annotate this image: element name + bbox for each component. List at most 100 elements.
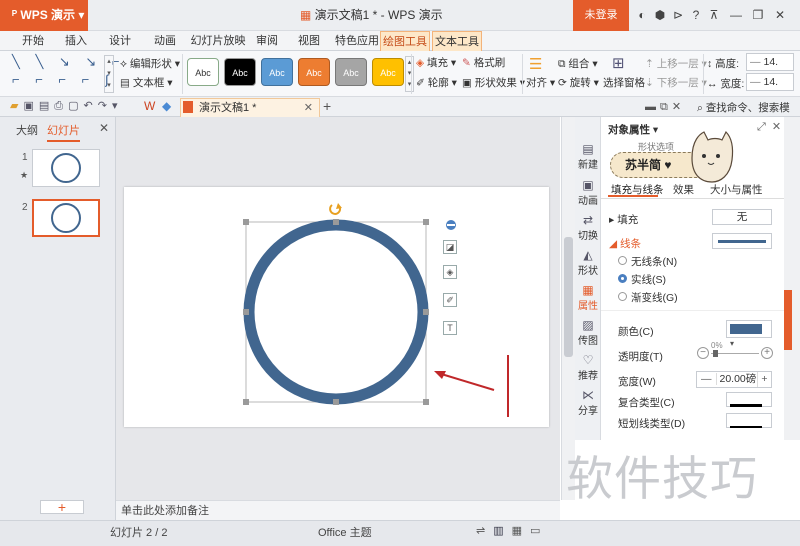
undo-icon[interactable]: ↶ xyxy=(84,100,98,112)
transparency-decrease-icon[interactable]: − xyxy=(697,347,709,359)
tab-text-tools[interactable]: 文本工具 xyxy=(432,31,482,51)
radio-solid-line[interactable]: 实线(S) xyxy=(618,272,666,287)
sidetab-recommend[interactable]: ♡ 推荐 xyxy=(575,353,601,382)
login-button[interactable]: 未登录 xyxy=(573,0,629,31)
sorter-view-icon[interactable]: ▦ xyxy=(512,525,530,537)
connector-shapes-gallery[interactable]: ⌐ ⌐ ⌐ ⌐ ∫ xyxy=(12,72,114,87)
shape-style-black[interactable]: Abc xyxy=(224,58,256,86)
shape-style-blue[interactable]: Abc xyxy=(261,58,293,86)
properties-header[interactable]: 对象属性 ▾ xyxy=(608,122,658,137)
resize-handle[interactable] xyxy=(333,399,339,405)
textbox-button[interactable]: ▤ 文本框 ▾ xyxy=(120,75,173,90)
radio-gradient-line[interactable]: 渐变线(G) xyxy=(618,290,678,305)
close-panel-icon[interactable]: ✕ xyxy=(99,121,109,135)
resize-handle[interactable] xyxy=(423,219,429,225)
slide-thumbnail-selected[interactable] xyxy=(32,199,100,237)
selection-pane-button[interactable]: 选择窗格 xyxy=(603,75,645,90)
line-section-toggle[interactable]: ◢ 线条 xyxy=(609,236,641,251)
notes-toggle-icon[interactable]: ⇌ xyxy=(476,525,493,537)
align-button[interactable]: 对齐 ▾ xyxy=(526,75,555,90)
width-decrement-button[interactable]: — xyxy=(697,373,717,385)
shape-style-quick-icon[interactable]: ◪ xyxy=(443,240,457,254)
shape-style-orange[interactable]: Abc xyxy=(298,58,330,86)
line-preview-dropdown[interactable] xyxy=(712,233,772,249)
document-tab[interactable]: 演示文稿1 * ✕ xyxy=(180,98,320,117)
tab-design[interactable]: 设计 xyxy=(100,31,140,51)
line-color-picker[interactable]: ▾ xyxy=(726,320,772,348)
print-icon[interactable]: ⎙ xyxy=(54,100,68,112)
restore-doc-icon[interactable]: ⧉ xyxy=(660,101,672,113)
slide-thumbnail[interactable] xyxy=(32,149,100,187)
minimize-ribbon-icon[interactable]: ⊼ xyxy=(706,7,722,23)
width-field[interactable]: —14. xyxy=(746,73,794,91)
tab-review[interactable]: 审阅 xyxy=(250,31,284,51)
share-icon[interactable]: ⊳ xyxy=(670,7,686,23)
tab-home[interactable]: 开始 xyxy=(14,31,52,51)
settings-icon[interactable]: ⬢ xyxy=(652,7,668,23)
tab-slides[interactable]: 幻灯片 xyxy=(47,122,80,142)
app-menu-button[interactable]: ᴾ WPS 演示 ▾ xyxy=(0,0,88,31)
resize-handle[interactable] xyxy=(423,399,429,405)
minimize-window-icon[interactable]: — xyxy=(728,7,744,23)
height-field[interactable]: —14. xyxy=(746,53,794,71)
shape-style-gray[interactable]: Abc xyxy=(335,58,367,86)
tab-special[interactable]: 特色应用 xyxy=(334,31,380,51)
rotate-button[interactable]: ⟳ 旋转 ▾ xyxy=(558,75,599,90)
tab-outline[interactable]: 大纲 xyxy=(16,122,38,138)
resize-handle[interactable] xyxy=(243,309,249,315)
width-increment-button[interactable]: + xyxy=(757,372,771,387)
width-decrement[interactable]: — xyxy=(747,76,764,88)
close-tab-icon[interactable]: ✕ xyxy=(304,99,313,117)
open-icon[interactable]: ▰ xyxy=(10,100,23,112)
save-icon[interactable]: ▣ xyxy=(23,100,38,112)
sidetab-new[interactable]: ▤ 新建 xyxy=(575,142,601,171)
bring-forward-button[interactable]: ⇡ 上移一层 ▾ xyxy=(645,56,707,71)
close-window-icon[interactable]: ✕ xyxy=(772,7,788,23)
outline-quick-icon[interactable]: ✐ xyxy=(443,293,457,307)
sidetab-share[interactable]: ⋉ 分享 xyxy=(575,388,601,417)
tab-drawing-tools[interactable]: 绘图工具 xyxy=(380,31,430,51)
sidetab-animation[interactable]: ▣ 动画 xyxy=(575,178,601,207)
print-preview-icon[interactable]: ▢ xyxy=(68,100,83,112)
sidetab-upload-image[interactable]: ▨ 传图 xyxy=(575,318,601,347)
tab-slideshow[interactable]: 幻灯片放映 xyxy=(190,31,246,51)
panel-collapse-handle[interactable] xyxy=(784,290,792,350)
fill-button[interactable]: ◈ 填充 ▾ xyxy=(416,55,456,70)
normal-view-icon[interactable]: ▥ xyxy=(493,525,511,537)
transparency-slider[interactable]: − 0% + xyxy=(697,341,775,361)
tab-effects[interactable]: 效果 xyxy=(673,182,694,197)
shape-effects-button[interactable]: ▣ 形状效果 ▾ xyxy=(462,75,525,90)
resize-handle[interactable] xyxy=(333,219,339,225)
shape-style-white[interactable]: Abc xyxy=(187,58,219,86)
restore-window-icon[interactable]: ❐ xyxy=(750,7,766,23)
sidetab-properties[interactable]: ▦ 属性 xyxy=(575,283,601,312)
reading-view-icon[interactable]: ▭ xyxy=(530,525,548,537)
send-backward-button[interactable]: ⇣ 下移一层 ▾ xyxy=(645,75,707,90)
pin-icon[interactable]: ▬ xyxy=(645,101,660,113)
scroll-thumb[interactable] xyxy=(564,237,573,357)
shape-gallery-scroll[interactable]: ▴ ▾ ▾ xyxy=(104,55,114,93)
slider-thumb[interactable] xyxy=(713,350,718,357)
add-slide-button[interactable]: + xyxy=(40,500,84,514)
shape-style-gold[interactable]: Abc xyxy=(372,58,404,86)
help-icon[interactable]: ? xyxy=(688,7,704,23)
sidetab-transition[interactable]: ⇄ 切换 xyxy=(575,213,601,242)
sidetab-shape[interactable]: ◭ 形状 xyxy=(575,248,601,277)
transparency-increase-icon[interactable]: + xyxy=(761,347,773,359)
ring-shape[interactable] xyxy=(243,219,429,405)
rotate-handle-icon[interactable] xyxy=(329,203,342,215)
dash-type-dropdown[interactable] xyxy=(726,413,772,428)
tab-insert[interactable]: 插入 xyxy=(56,31,96,51)
wps-w-icon[interactable]: W xyxy=(144,99,155,113)
format-painter-button[interactable]: ✎ 格式刷 xyxy=(462,55,505,70)
line-width-stepper[interactable]: —20.00磅 + xyxy=(696,371,772,388)
compound-type-dropdown[interactable] xyxy=(726,392,772,407)
resize-handle[interactable] xyxy=(423,309,429,315)
tab-animation[interactable]: 动画 xyxy=(144,31,186,51)
resize-handle[interactable] xyxy=(243,219,249,225)
tab-view[interactable]: 视图 xyxy=(290,31,328,51)
style-gallery-scroll[interactable]: ▴ ▾ ▾ xyxy=(405,56,414,92)
close-doc-icon[interactable]: ✕ xyxy=(672,101,685,113)
skin-icon[interactable]: ◐ xyxy=(634,7,650,23)
outline-button[interactable]: ✐ 轮廓 ▾ xyxy=(416,75,457,90)
